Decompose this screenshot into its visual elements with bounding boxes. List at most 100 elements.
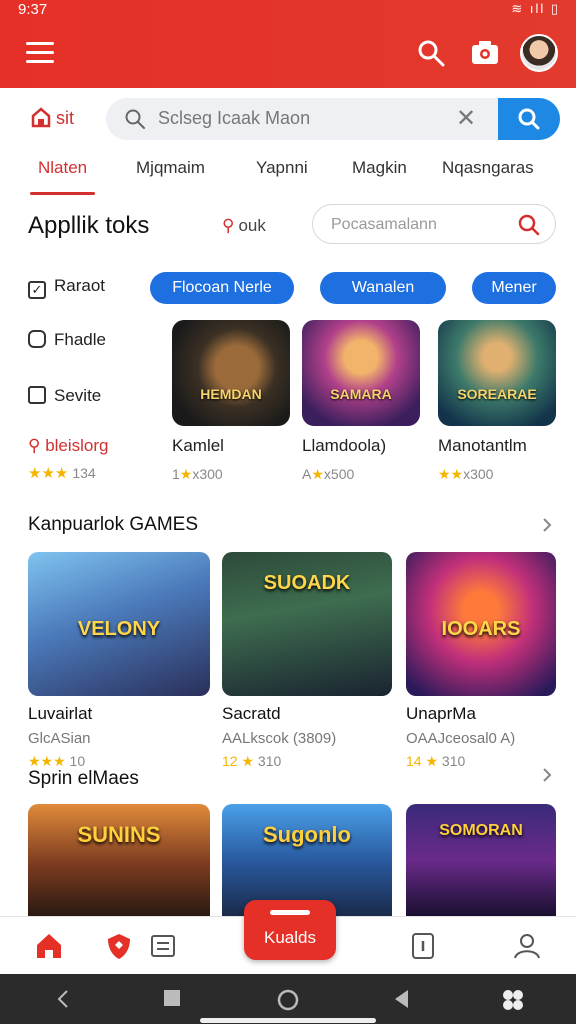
game-rating: 14 ★ 310 xyxy=(406,753,466,769)
app-name: Kamlel xyxy=(172,436,224,455)
banner-card[interactable]: SUNINS xyxy=(28,804,210,916)
back-icon[interactable] xyxy=(392,988,410,1010)
search-button[interactable] xyxy=(498,98,560,140)
search-input[interactable]: Sclseg Icaak Maon ✕ xyxy=(106,98,560,140)
thumbnail-title: IOOARS xyxy=(441,618,521,640)
game-subtitle: GlcASian xyxy=(28,730,91,747)
filter-item[interactable]: Sevite xyxy=(28,386,101,406)
game-card[interactable]: SUOADK Sacratd AALkscok (3809) 12 ★ 310 xyxy=(222,552,392,770)
search-icon[interactable] xyxy=(416,38,446,68)
tab-magkin[interactable]: Magkin xyxy=(352,158,407,178)
thumbnail-title: SOREARAE xyxy=(457,386,537,402)
tag-icon: ⚲ xyxy=(28,436,46,455)
game-name: UnaprMa xyxy=(406,704,476,723)
game-thumbnail: VELONY xyxy=(28,552,210,696)
app-thumbnail: HEMDAN xyxy=(172,320,290,426)
status-bar: 9:37 ≋ ıll ▯ xyxy=(0,0,576,22)
shield-icon[interactable] xyxy=(104,931,134,961)
home-indicator[interactable] xyxy=(200,1018,376,1023)
rating-stars: ★★★ xyxy=(28,465,69,482)
thumbnail-title: HEMDAN xyxy=(200,386,262,402)
game-card[interactable]: IOOARS UnaprMa OAAJceosal0 A) 14 ★ 310 xyxy=(406,552,556,770)
checkbox-icon[interactable] xyxy=(28,386,46,404)
game-thumbnail: IOOARS xyxy=(406,552,556,696)
document-icon[interactable] xyxy=(148,931,178,961)
avatar[interactable] xyxy=(520,34,558,72)
pill-button[interactable]: Flocoan Nerle xyxy=(150,272,294,304)
home-circle-icon[interactable] xyxy=(276,988,300,1012)
chat-icon xyxy=(28,330,46,348)
filter-label: bleislorg xyxy=(45,436,109,455)
filter-item[interactable]: ✓ Raraot xyxy=(28,276,105,299)
search-icon xyxy=(518,108,540,130)
status-icons: ≋ ıll ▯ xyxy=(511,1,560,16)
accessibility-icon[interactable] xyxy=(500,988,526,1012)
pill-button[interactable]: Wanalen xyxy=(320,272,446,304)
game-card[interactable]: VELONY Luvairlat GlcASian ★★★ 10 xyxy=(28,552,210,770)
filter-label: Sevite xyxy=(54,386,102,405)
app-rating: A★x500 xyxy=(302,466,355,482)
checkbox-checked-icon[interactable]: ✓ xyxy=(28,281,46,299)
filter-item-featured[interactable]: ⚲ bleislorg xyxy=(28,436,109,456)
filter-item[interactable]: Fhadle xyxy=(28,330,106,350)
profile-icon[interactable] xyxy=(512,931,542,961)
banner-title: SOMORAN xyxy=(439,822,523,839)
tab-mjqmaim[interactable]: Mjqmaim xyxy=(136,158,205,178)
info-icon[interactable] xyxy=(408,931,438,961)
chevron-right-icon[interactable] xyxy=(540,768,554,782)
thumbnail-title: SAMARA xyxy=(330,386,392,402)
chevron-right-icon[interactable] xyxy=(540,518,554,532)
filter-label: Fhadle xyxy=(54,330,106,349)
filter-search-input[interactable]: Pocasamalann xyxy=(312,204,556,244)
store-icon xyxy=(31,107,51,128)
app-header: 9:37 ≋ ıll ▯ xyxy=(0,0,576,88)
search-icon xyxy=(125,109,145,129)
status-time: 9:37 xyxy=(18,1,48,18)
app-name: Llamdoola) xyxy=(302,436,387,455)
app-thumbnail: SOREARAE xyxy=(438,320,556,426)
sort-control[interactable]: ⚲ ouk xyxy=(222,216,266,236)
search-row: sit Sclseg Icaak Maon ✕ xyxy=(0,98,576,142)
close-icon[interactable]: ✕ xyxy=(456,104,476,133)
filter-placeholder: Pocasamalann xyxy=(331,216,437,233)
tab-nqasngaras[interactable]: Nqasngaras xyxy=(442,158,534,178)
app-rating: ★★x300 xyxy=(438,466,494,482)
section-title: Appllik toks xyxy=(28,212,150,239)
pin-icon: ⚲ xyxy=(222,216,235,235)
app-card[interactable]: SAMARA Llamdoola) A★x500 xyxy=(302,320,420,483)
game-name: Luvairlat xyxy=(28,704,93,723)
game-name: Sacratd xyxy=(222,704,281,723)
search-icon xyxy=(518,214,540,236)
apps-section-header: Appllik toks ⚲ ouk Pocasamalann xyxy=(0,200,576,248)
home-icon[interactable] xyxy=(34,931,64,961)
menu-icon[interactable] xyxy=(26,42,54,64)
app-card[interactable]: HEMDAN Kamlel 1★x300 xyxy=(172,320,290,483)
filter-label: Raraot xyxy=(54,276,106,295)
sort-label: ouk xyxy=(238,216,266,235)
chevron-left-icon[interactable] xyxy=(56,988,70,1010)
game-rating: 12 ★ 310 xyxy=(222,753,282,769)
thumbnail-title: SUOADK xyxy=(263,572,351,594)
pill-button[interactable]: Mener xyxy=(472,272,556,304)
tab-nlaten[interactable]: Nlaten xyxy=(29,158,96,195)
game-subtitle: AALkscok (3809) xyxy=(222,730,337,747)
banner-title: Sugonlo xyxy=(263,822,351,847)
fab-button[interactable]: Kualds xyxy=(244,900,336,960)
games-section-title: Kanpuarlok GAMES xyxy=(28,514,199,535)
thumbnail-title: VELONY xyxy=(77,618,161,640)
app-thumbnail: SAMARA xyxy=(302,320,420,426)
recents-icon[interactable] xyxy=(162,988,182,1008)
game-thumbnail: SUOADK xyxy=(222,552,392,696)
filter-rating: ★★★ 134 xyxy=(28,464,96,482)
camera-icon[interactable] xyxy=(470,38,500,68)
tab-yapnni[interactable]: Yapnni xyxy=(256,158,308,178)
app-rating: 1★x300 xyxy=(172,466,223,482)
category-tabs: Nlaten Mjqmaim Yapnni Magkin Nqasngaras xyxy=(0,154,576,196)
store-label: sit xyxy=(56,108,74,128)
search-query: Sclseg Icaak Maon xyxy=(158,108,311,128)
sprin-section-title: Sprin elMaes xyxy=(28,768,139,789)
banner-card[interactable]: SOMORAN xyxy=(406,804,556,916)
store-home-link[interactable]: sit xyxy=(30,106,74,129)
app-card[interactable]: SOREARAE Manotantlm ★★x300 xyxy=(438,320,556,483)
game-subtitle: OAAJceosal0 A) xyxy=(406,730,516,747)
